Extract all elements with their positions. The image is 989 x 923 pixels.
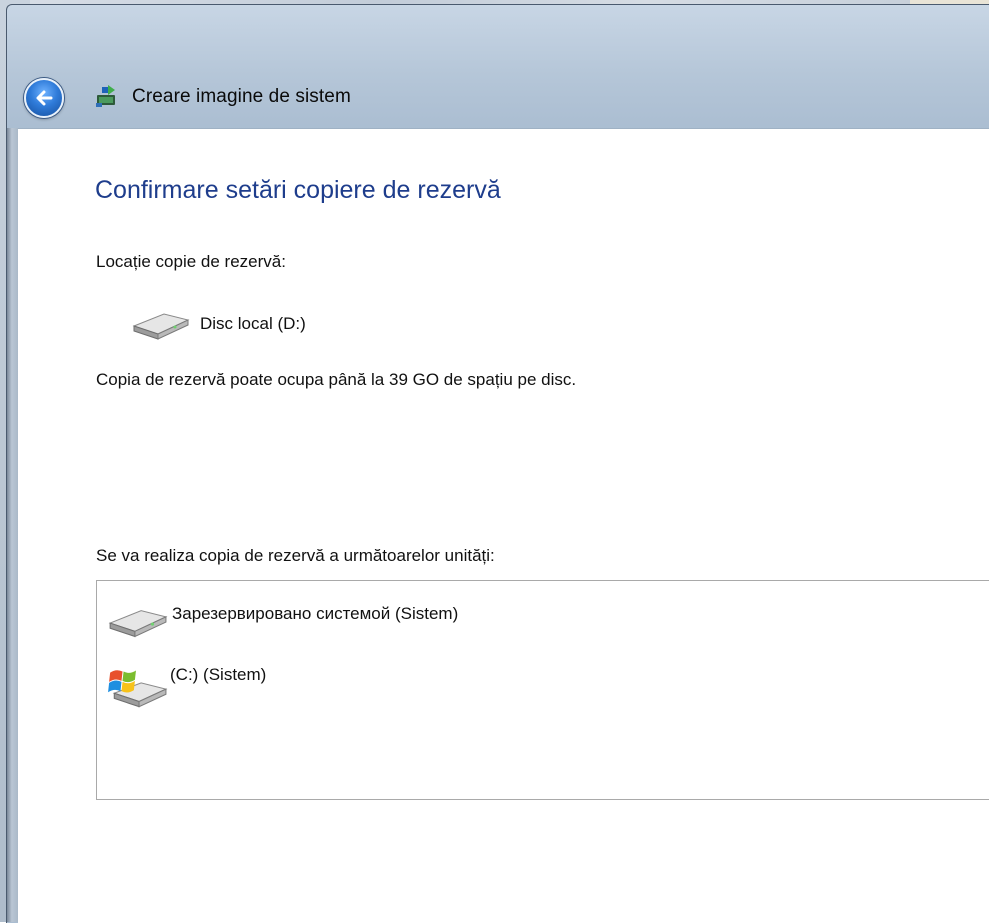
backup-location-drive: Disc local (D:) bbox=[130, 308, 306, 340]
back-button[interactable] bbox=[24, 78, 64, 118]
space-info: Copia de rezervă poate ocupa până la 39 … bbox=[96, 370, 577, 389]
location-drive-name: Disc local (D:) bbox=[200, 314, 306, 333]
wizard-content bbox=[18, 128, 989, 923]
drive-name: (C:) (Sistem) bbox=[170, 665, 267, 684]
hard-drive-icon bbox=[108, 610, 168, 638]
list-item[interactable]: (C:) (Sistem) bbox=[106, 664, 266, 708]
drives-label: Se va realiza copia de rezervă a următoa… bbox=[96, 546, 495, 565]
backup-app-icon bbox=[96, 85, 115, 107]
hard-drive-icon bbox=[132, 313, 190, 340]
list-item[interactable]: Зарезервировано системой (Sistem) bbox=[106, 604, 458, 638]
location-label: Locație copie de rezervă: bbox=[96, 252, 286, 271]
windows-drive-icon bbox=[108, 670, 168, 708]
window-title: Creare imagine de sistem bbox=[132, 86, 351, 107]
drive-name: Зарезервировано системой (Sistem) bbox=[172, 604, 459, 623]
page-title: Confirmare setări copiere de rezervă bbox=[95, 176, 501, 204]
back-arrow-icon bbox=[36, 90, 53, 106]
